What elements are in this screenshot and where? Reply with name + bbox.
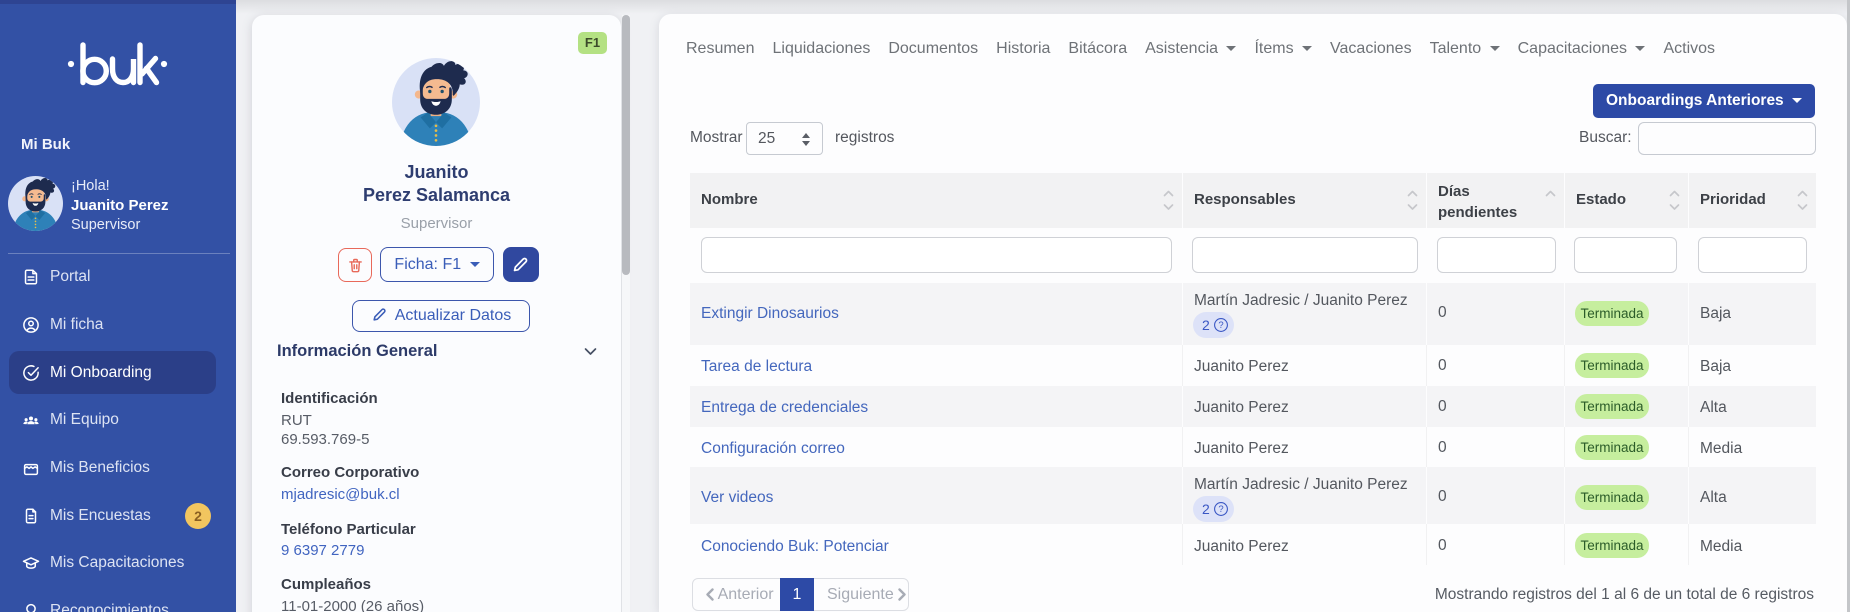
svg-text:?: ? bbox=[1218, 320, 1223, 331]
svg-text:?: ? bbox=[1218, 504, 1223, 515]
